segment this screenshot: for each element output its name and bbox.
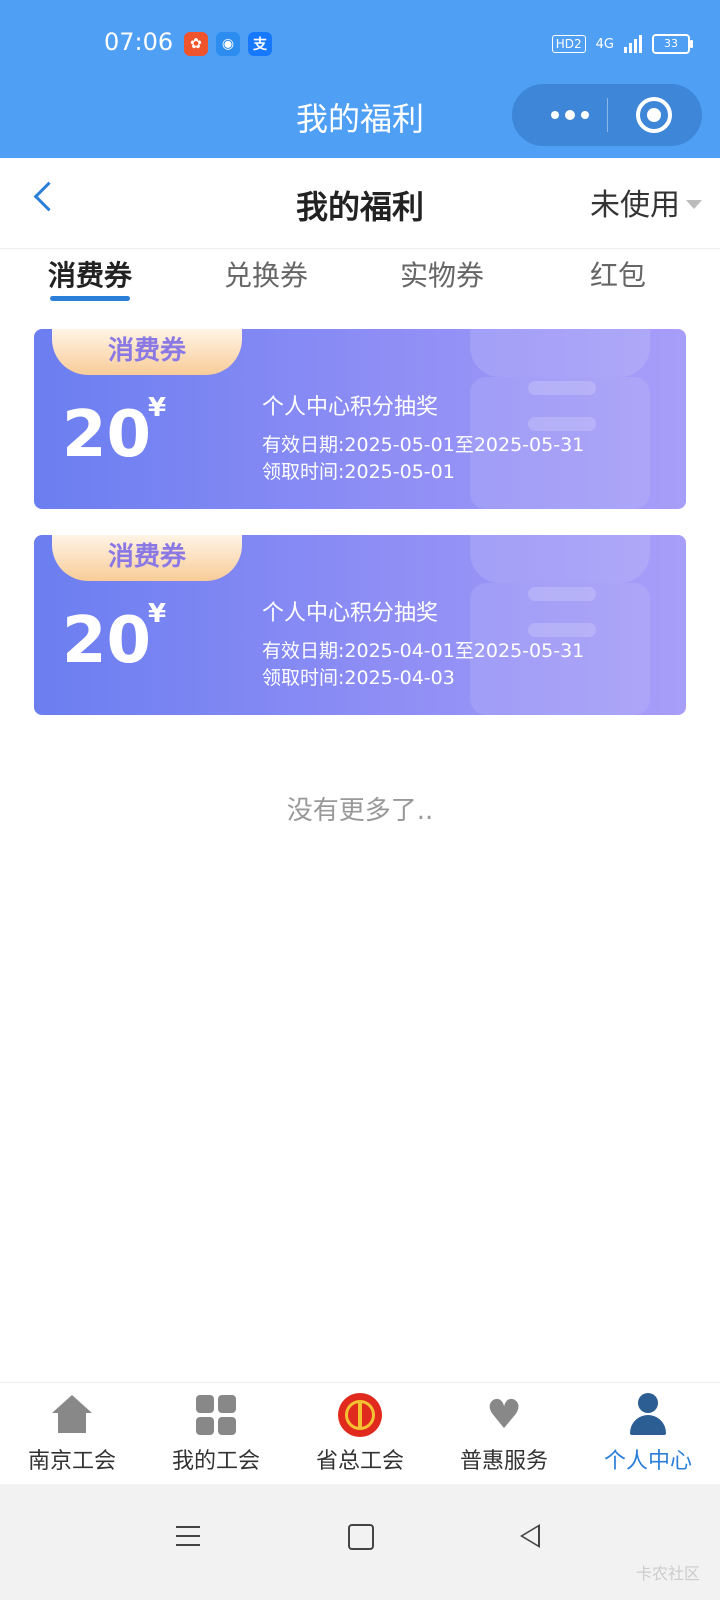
more-dots-icon[interactable] xyxy=(540,84,600,146)
tab-physical-coupon[interactable]: 实物券 xyxy=(400,254,484,294)
grid-icon xyxy=(194,1393,238,1437)
coupon-name: 个人中心积分抽奖 xyxy=(262,601,439,626)
top-header: 07:06 ✿ ◉ 支 HD2 4G 33 我的福利 xyxy=(0,0,720,158)
filter-label: 未使用 xyxy=(590,188,680,223)
status-time: 07:06 xyxy=(104,28,174,56)
coupon-watermark-icon xyxy=(470,329,650,509)
coupon-received-time: 领取时间:2025-04-03 xyxy=(262,667,455,689)
tab-exchange-coupon[interactable]: 兑换券 xyxy=(224,254,308,294)
coupon-tag: 消费券 xyxy=(52,329,242,375)
tabbar-label: 省总工会 xyxy=(315,1449,404,1474)
recent-apps-icon[interactable] xyxy=(176,1526,200,1546)
coupon-valid-period: 有效日期:2025-05-01至2025-05-31 xyxy=(262,434,585,456)
home-icon xyxy=(50,1393,94,1437)
tabbar-item-my-union[interactable]: 我的工会 xyxy=(144,1393,288,1475)
capsule-divider xyxy=(607,98,608,132)
coupon-card[interactable]: 消费券 20 ¥ 个人中心积分抽奖 有效日期:2025-04-01至2025-0… xyxy=(34,535,686,715)
status-app-icons: ✿ ◉ 支 xyxy=(184,32,272,56)
caret-down-icon xyxy=(686,199,702,209)
battery-icon: 33 xyxy=(652,34,693,54)
status-filter-dropdown[interactable]: 未使用 xyxy=(590,180,702,224)
alipay-icon: 支 xyxy=(248,32,272,56)
home-button-icon[interactable] xyxy=(348,1524,374,1550)
tabbar-label: 我的工会 xyxy=(171,1449,260,1474)
tabbar-item-personal-center[interactable]: 个人中心 xyxy=(576,1393,720,1475)
coupon-valid-period: 有效日期:2025-04-01至2025-05-31 xyxy=(262,640,585,662)
end-of-list-text: 没有更多了.. xyxy=(286,796,434,826)
coupon-amount: 20 xyxy=(62,604,152,678)
currency-symbol: ¥ xyxy=(148,599,167,629)
coupon-received-time: 领取时间:2025-05-01 xyxy=(262,461,455,483)
coupon-name: 个人中心积分抽奖 xyxy=(262,395,439,420)
active-tab-indicator xyxy=(50,296,130,301)
status-indicators: HD2 4G 33 xyxy=(551,34,693,54)
tabbar-label: 普惠服务 xyxy=(459,1449,548,1474)
coupon-type-tabs: 消费券 兑换券 实物券 红包 xyxy=(0,248,720,308)
heart-icon: ♥ xyxy=(486,1392,522,1438)
app-icon-blue-wave: ◉ xyxy=(216,32,240,56)
tab-red-packet[interactable]: 红包 xyxy=(590,254,646,294)
bottom-tab-bar: 南京工会 我的工会 省总工会 ♥ 普惠服务 个人中心 xyxy=(0,1382,720,1485)
capsule-menu xyxy=(512,84,702,146)
system-nav-bar xyxy=(0,1484,720,1600)
hd-badge: HD2 xyxy=(551,35,586,53)
coupon-amount: 20 xyxy=(62,398,152,472)
signal-icon xyxy=(624,35,642,53)
tabbar-label: 南京工会 xyxy=(27,1449,116,1474)
union-emblem-icon xyxy=(338,1393,382,1437)
tabbar-label: 个人中心 xyxy=(603,1449,692,1474)
tabbar-item-provincial-union[interactable]: 省总工会 xyxy=(288,1393,432,1475)
tabbar-item-benefit-service[interactable]: ♥ 普惠服务 xyxy=(432,1393,576,1475)
tabbar-item-nanjing-union[interactable]: 南京工会 xyxy=(0,1393,144,1475)
currency-symbol: ¥ xyxy=(148,393,167,423)
network-type: 4G xyxy=(595,36,614,52)
tab-consumption-coupon[interactable]: 消费券 xyxy=(48,254,132,294)
back-triangle-icon[interactable] xyxy=(520,1524,540,1548)
coupon-tag: 消费券 xyxy=(52,535,242,581)
watermark-text: 卡农社区 xyxy=(635,1564,700,1583)
coupon-watermark-icon xyxy=(470,535,650,715)
user-icon xyxy=(626,1393,670,1437)
page-navbar: 我的福利 未使用 xyxy=(0,158,720,249)
app-icon-orange: ✿ xyxy=(184,32,208,56)
target-close-icon[interactable] xyxy=(636,97,672,133)
coupon-card[interactable]: 消费券 20 ¥ 个人中心积分抽奖 有效日期:2025-05-01至2025-0… xyxy=(34,329,686,509)
